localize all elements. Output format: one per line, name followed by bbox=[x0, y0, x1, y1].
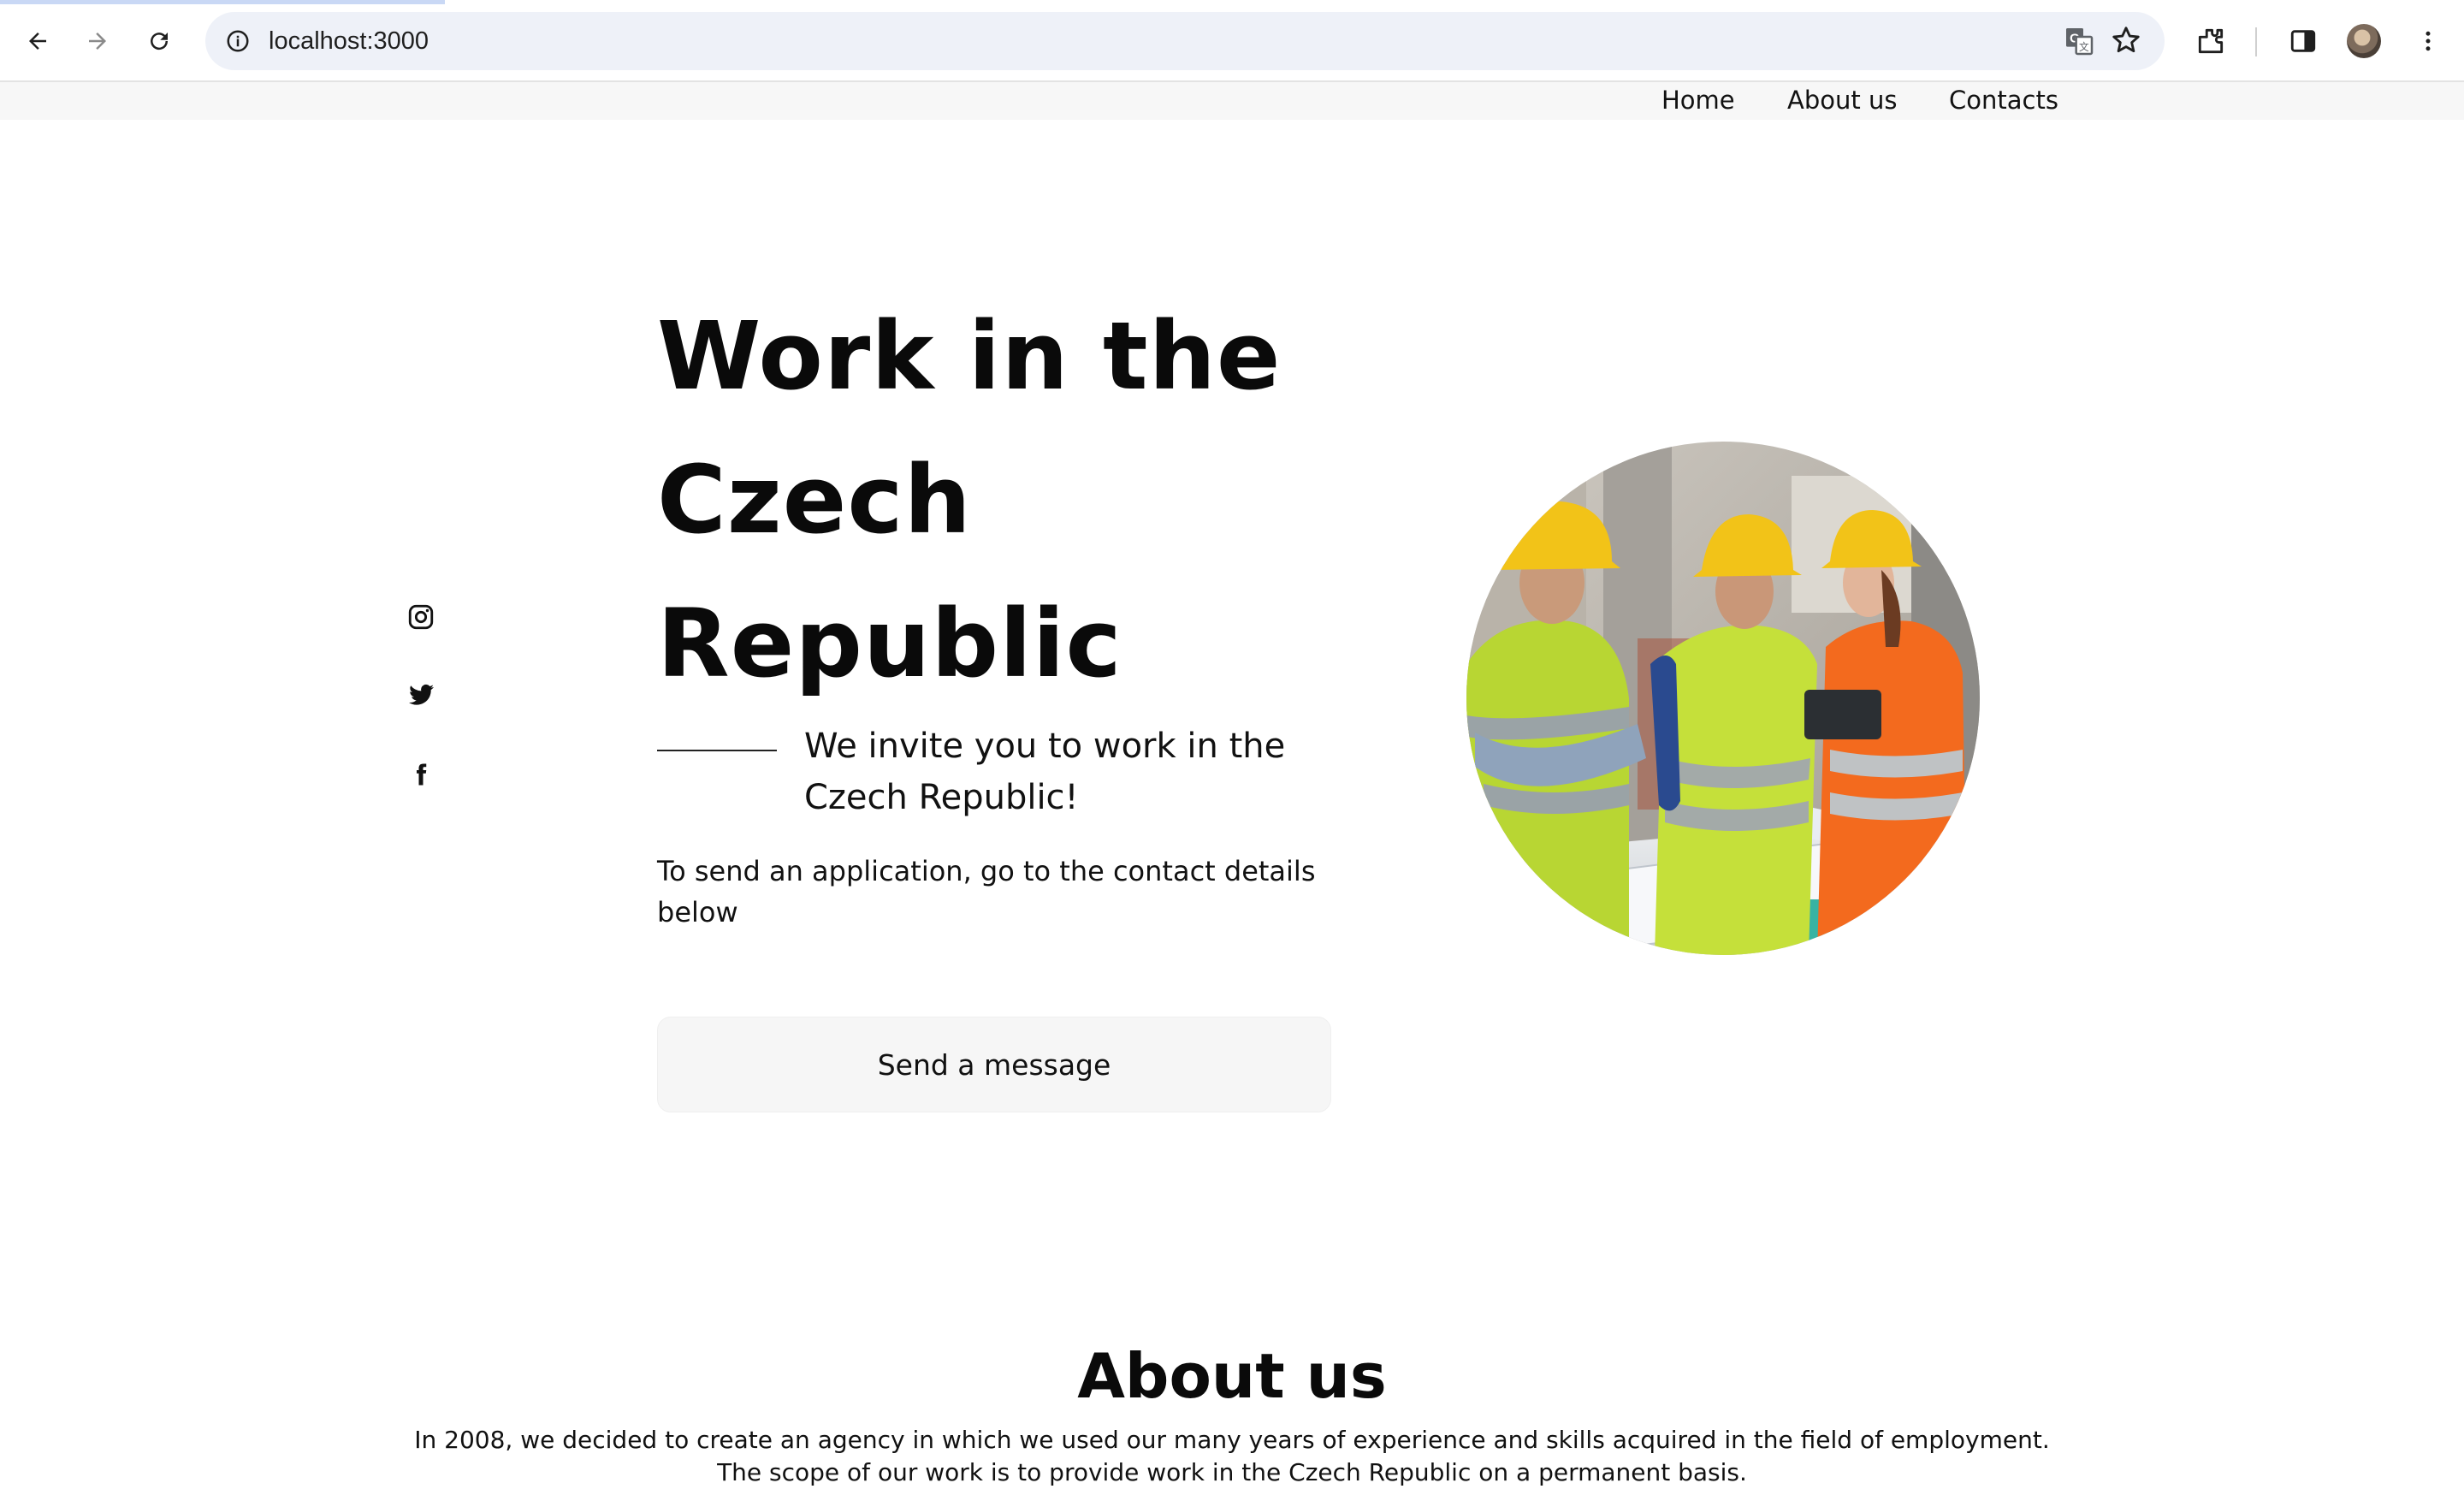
svg-text:文: 文 bbox=[2079, 41, 2089, 53]
hero-title-line2: Czech bbox=[657, 445, 972, 555]
toolbar-separator bbox=[2255, 27, 2257, 56]
hero-text: To send an application, go to the contac… bbox=[657, 855, 1316, 928]
nav-link-contacts[interactable]: Contacts bbox=[1949, 82, 2058, 118]
more-vert-icon[interactable] bbox=[2402, 15, 2454, 67]
hero-title: Work in the Czech Republic bbox=[657, 284, 1307, 715]
twitter-icon[interactable] bbox=[406, 679, 436, 710]
hero-title-line1: Work in the bbox=[657, 301, 1282, 411]
loading-bar bbox=[0, 0, 445, 4]
hero-title-line3: Republic bbox=[657, 589, 1122, 698]
about-text-line2: The scope of our work is to provide work… bbox=[717, 1458, 1747, 1486]
side-panel-icon[interactable] bbox=[2277, 15, 2329, 67]
hero-divider bbox=[657, 750, 777, 751]
about-text: In 2008, we decided to create an agency … bbox=[0, 1424, 2464, 1489]
about-title: About us bbox=[1077, 1340, 1387, 1412]
facebook-icon[interactable] bbox=[406, 759, 436, 790]
nav-link-about-us[interactable]: About us bbox=[1787, 82, 1897, 118]
forward-arrow-icon[interactable] bbox=[72, 15, 123, 67]
profile-avatar[interactable] bbox=[2347, 24, 2381, 58]
back-arrow-icon[interactable] bbox=[12, 15, 63, 67]
hero-photo-workers bbox=[1466, 442, 1980, 955]
extensions-icon[interactable] bbox=[2185, 15, 2236, 67]
reload-icon[interactable] bbox=[133, 15, 185, 67]
translate-icon[interactable]: G文 bbox=[2062, 24, 2096, 58]
about-text-line1: In 2008, we decided to create an agency … bbox=[414, 1426, 2050, 1454]
hero-subtitle: We invite you to work in the Czech Repub… bbox=[804, 727, 1286, 817]
star-icon[interactable] bbox=[2110, 24, 2144, 58]
url-text[interactable]: localhost:3000 bbox=[269, 12, 429, 70]
info-icon[interactable] bbox=[221, 24, 255, 58]
instagram-icon[interactable] bbox=[406, 602, 436, 632]
browser-toolbar: localhost:3000 G文 bbox=[0, 0, 2464, 82]
nav-link-home[interactable]: Home bbox=[1661, 82, 1735, 118]
send-message-button[interactable]: Send a message bbox=[657, 1017, 1331, 1112]
address-bar[interactable]: localhost:3000 G文 bbox=[205, 12, 2165, 70]
site-navbar: Home About us Contacts bbox=[0, 82, 2464, 120]
